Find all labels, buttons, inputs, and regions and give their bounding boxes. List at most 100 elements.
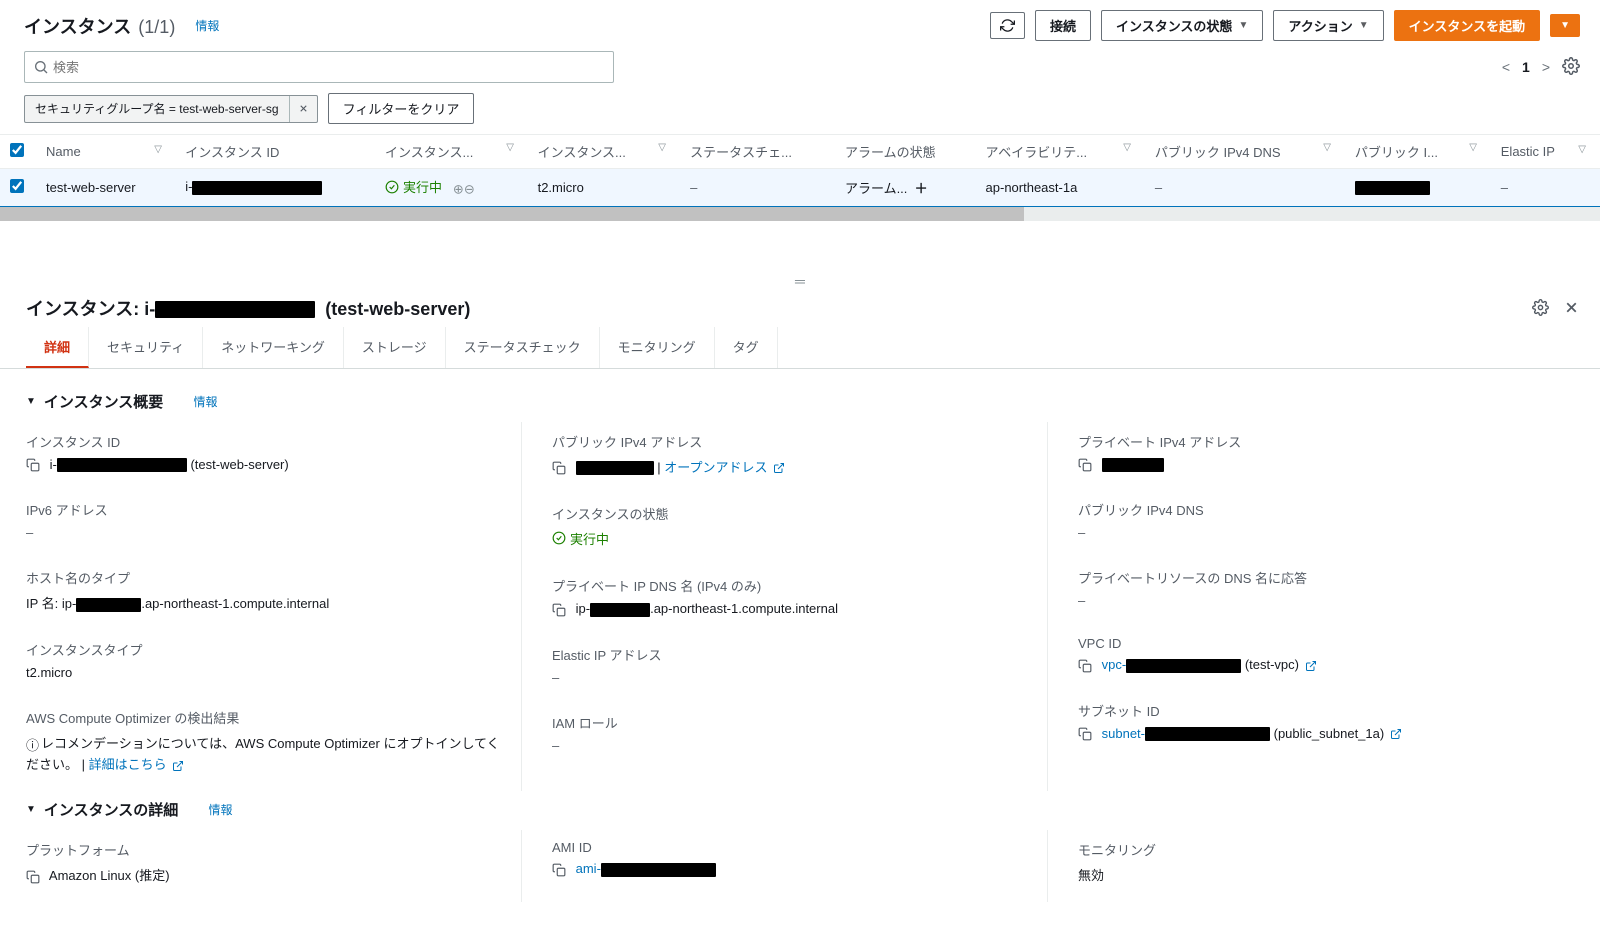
instances-table-wrap: Name▷ インスタンス ID インスタンス...▷ インスタンス...▷ ステ…: [0, 134, 1600, 207]
gear-icon: [1562, 57, 1580, 75]
details-section-header[interactable]: ▼ インスタンスの詳細 情報: [26, 791, 1574, 830]
launch-dropdown-button[interactable]: ▼: [1550, 14, 1580, 37]
row-checkbox[interactable]: [10, 179, 24, 193]
cell-public-dns: –: [1145, 169, 1345, 207]
col-alarm[interactable]: アラームの状態: [835, 135, 976, 169]
select-all-checkbox[interactable]: [10, 143, 24, 157]
refresh-button[interactable]: [990, 12, 1025, 39]
connect-button[interactable]: 接続: [1035, 10, 1091, 41]
settings-button[interactable]: [1562, 57, 1580, 78]
copy-icon: [552, 863, 566, 877]
col-state[interactable]: インスタンス...▷: [375, 135, 528, 169]
horizontal-scrollbar[interactable]: [0, 207, 1600, 221]
cell-type: t2.micro: [528, 169, 681, 207]
field-subnet-id: サブネット ID subnet- (public_subnet_1a): [1078, 691, 1554, 760]
copy-button[interactable]: [552, 603, 566, 617]
detail-panel-header: インスタンス: i- (test-web-server): [0, 291, 1600, 327]
detail-title: インスタンス: i- (test-web-server): [26, 295, 470, 321]
tab-details[interactable]: 詳細: [26, 327, 89, 368]
refresh-icon: [1000, 18, 1015, 33]
filter-chip: セキュリティグループ名 = test-web-server-sg: [24, 95, 318, 123]
vpc-link[interactable]: vpc-: [1102, 657, 1242, 672]
field-elastic-ip: Elastic IP アドレス –: [552, 635, 1027, 703]
chevron-down-icon: ▼: [1238, 20, 1248, 31]
add-alarm-button[interactable]: ＋: [915, 181, 928, 196]
instance-state-button[interactable]: インスタンスの状態 ▼: [1101, 10, 1263, 41]
page-title: インスタンス (1/1): [24, 13, 175, 39]
info-link[interactable]: 情報: [195, 17, 219, 34]
col-public-dns[interactable]: パブリック IPv4 DNS▷: [1145, 135, 1345, 169]
copy-button[interactable]: [26, 458, 40, 472]
details-info-link[interactable]: 情報: [208, 801, 232, 818]
zoom-in-icon[interactable]: ⊕: [453, 182, 464, 197]
cell-alarm: アラーム... ＋: [835, 169, 976, 207]
page-header: インスタンス (1/1) 情報 接続 インスタンスの状態 ▼ アクション ▼ イ…: [0, 0, 1600, 49]
optimizer-link[interactable]: 詳細はこちら: [89, 757, 185, 772]
actions-button[interactable]: アクション ▼: [1273, 10, 1383, 41]
copy-button[interactable]: [1078, 727, 1092, 741]
zoom-out-icon[interactable]: ⊖: [464, 182, 475, 197]
copy-icon: [26, 458, 40, 472]
copy-button[interactable]: [552, 863, 566, 877]
copy-button[interactable]: [1078, 659, 1092, 673]
tab-storage[interactable]: ストレージ: [344, 327, 446, 368]
field-platform: プラットフォーム Amazon Linux (推定): [26, 830, 501, 902]
tab-monitoring[interactable]: モニタリング: [600, 327, 715, 368]
next-page-button[interactable]: >: [1542, 59, 1550, 75]
tab-status[interactable]: ステータスチェック: [446, 327, 600, 368]
field-private-ipv4: プライベート IPv4 アドレス: [1078, 422, 1554, 491]
col-public-ip[interactable]: パブリック I...▷: [1345, 135, 1491, 169]
chevron-down-icon: ▼: [1359, 20, 1369, 31]
field-iam-role: IAM ロール –: [552, 703, 1027, 771]
collapse-icon: ▼: [26, 804, 36, 815]
prev-page-button[interactable]: <: [1502, 59, 1510, 75]
ami-link[interactable]: ami-: [576, 861, 716, 876]
col-status[interactable]: ステータスチェ...: [680, 135, 835, 169]
field-monitoring: モニタリング 無効: [1078, 830, 1554, 902]
search-box[interactable]: [24, 51, 614, 83]
copy-icon: [552, 461, 566, 475]
launch-instance-button[interactable]: インスタンスを起動: [1394, 10, 1540, 41]
remove-filter-button[interactable]: [289, 96, 317, 122]
split-drag-handle[interactable]: ═: [0, 271, 1600, 291]
search-row: < 1 >: [0, 49, 1600, 83]
detail-sections: ▼ インスタンス概要 情報 インスタンス ID i- (test-web-ser…: [0, 369, 1600, 932]
close-icon: [1563, 299, 1580, 316]
col-instance-id[interactable]: インスタンス ID: [175, 135, 375, 169]
overview-section-header[interactable]: ▼ インスタンス概要 情報: [26, 383, 1574, 422]
open-address-link[interactable]: オープンアドレス: [664, 460, 785, 475]
check-circle-icon: [552, 531, 566, 545]
copy-button[interactable]: [26, 870, 40, 884]
copy-button[interactable]: [552, 461, 566, 475]
close-panel-button[interactable]: [1563, 299, 1580, 316]
col-type[interactable]: インスタンス...▷: [528, 135, 681, 169]
table-row[interactable]: test-web-server i- 実行中 ⊕⊖ t2.micro – アラー…: [0, 169, 1600, 207]
external-link-icon: [1390, 728, 1402, 740]
field-public-ipv4: パブリック IPv4 アドレス | オープンアドレス: [552, 422, 1027, 494]
close-icon: [298, 103, 309, 114]
search-input[interactable]: [49, 56, 605, 79]
field-private-resource-dns: プライベートリソースの DNS 名に応答 –: [1078, 558, 1554, 626]
tab-tags[interactable]: タグ: [715, 327, 778, 368]
clear-filters-button[interactable]: フィルターをクリア: [328, 93, 475, 124]
copy-icon: [1078, 458, 1092, 472]
copy-icon: [1078, 727, 1092, 741]
tab-security[interactable]: セキュリティ: [89, 327, 203, 368]
cell-instance-id: i-: [175, 169, 375, 207]
panel-settings-button[interactable]: [1532, 299, 1549, 316]
col-eip[interactable]: Elastic IP▷: [1491, 135, 1600, 169]
cell-status: –: [680, 169, 835, 207]
page-number: 1: [1522, 59, 1530, 75]
cell-public-ip: [1345, 169, 1491, 207]
subnet-link[interactable]: subnet-: [1102, 726, 1270, 741]
field-state: インスタンスの状態 実行中: [552, 494, 1027, 567]
overview-info-link[interactable]: 情報: [193, 393, 217, 410]
tab-networking[interactable]: ネットワーキング: [203, 327, 344, 368]
col-az[interactable]: アベイラビリテ...▷: [976, 135, 1145, 169]
col-name[interactable]: Name▷: [36, 135, 175, 169]
copy-button[interactable]: [1078, 458, 1092, 472]
external-link-icon: [773, 462, 785, 474]
instances-table: Name▷ インスタンス ID インスタンス...▷ インスタンス...▷ ステ…: [0, 135, 1600, 207]
cell-eip: –: [1491, 169, 1600, 207]
field-ami-id: AMI ID ami-: [552, 830, 1027, 895]
